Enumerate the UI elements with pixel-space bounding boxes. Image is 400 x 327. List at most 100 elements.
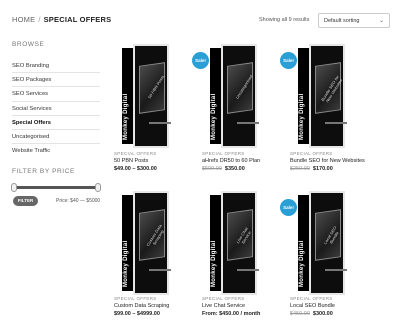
product-box-foot: [149, 122, 171, 124]
product-box-spine: Monkey Digital: [298, 195, 309, 291]
product-box-text: Local SEO Bundle: [322, 225, 340, 246]
brand-label: Monkey Digital: [299, 93, 305, 140]
product-price-old: $450.00: [290, 311, 310, 317]
product-box-foot: [325, 122, 347, 124]
sort-select[interactable]: Default sorting ⌄: [318, 13, 390, 28]
sidebar-item-website-traffic[interactable]: Website Traffic: [12, 144, 100, 158]
product-box-foot: [237, 122, 259, 124]
product-price: $450.00 $300.00: [290, 311, 333, 317]
product-category[interactable]: SPECIAL OFFERS: [202, 296, 245, 301]
product-box-spine: Monkey Digital: [210, 48, 221, 144]
product-price: $250.00 $170.00: [290, 166, 333, 172]
product-box: Monkey Digital Live Chat Service: [210, 191, 259, 295]
product-image[interactable]: Monkey Digital Uncategorized: [202, 42, 266, 150]
product-box-panel: Local SEO Bundle: [315, 209, 341, 261]
product-box-panel: Uncategorized: [227, 62, 253, 114]
breadcrumb-current: SPECIAL OFFERS: [43, 15, 112, 24]
product-price-old: $250.00: [290, 166, 310, 172]
product-box-face: Live Chat Service: [221, 191, 259, 295]
product-box-spine: Monkey Digital: [122, 195, 133, 291]
brand-label: Monkey Digital: [123, 93, 129, 140]
product-box: Monkey Digital Local SEO Bundle: [298, 191, 347, 295]
product-title[interactable]: Local SEO Bundle: [290, 303, 335, 309]
sidebar-item-seo-services[interactable]: SEO Services: [12, 87, 100, 102]
product-box-text: 50 PBN Posts: [146, 74, 166, 100]
sidebar-item-seo-packages[interactable]: SEO Packages: [12, 73, 100, 88]
sale-badge: Sale!: [280, 199, 297, 216]
product-box: Monkey Digital 50 PBN Posts: [122, 44, 171, 148]
sort-select-value: Default sorting: [324, 18, 360, 24]
product-category[interactable]: SPECIAL OFFERS: [114, 296, 157, 301]
product-box-face: Custom Data Scraping: [133, 191, 171, 295]
brand-label: Monkey Digital: [123, 240, 129, 287]
product-box-face: 50 PBN Posts: [133, 44, 171, 148]
price-slider-track[interactable]: [14, 186, 98, 189]
product-box-text: Bundle SEO for New Websites: [319, 74, 344, 104]
sidebar-item-uncategorised[interactable]: Uncategorised: [12, 130, 100, 145]
product-box: Monkey Digital Uncategorized: [210, 44, 259, 148]
product-box-foot: [149, 269, 171, 271]
product-category[interactable]: SPECIAL OFFERS: [290, 151, 333, 156]
brand-label: Monkey Digital: [299, 240, 305, 287]
product-price-current: $300.00: [312, 311, 333, 317]
product-box: Monkey Digital Bundle SEO for New Website…: [298, 44, 347, 148]
product-box-foot: [237, 269, 259, 271]
product-box-text: Live Chat Service: [235, 226, 252, 245]
product-image[interactable]: Monkey Digital Bundle SEO for New Website…: [290, 42, 354, 150]
product-box-panel: Bundle SEO for New Websites: [315, 62, 344, 114]
product-image[interactable]: Monkey Digital Local SEO Bundle: [290, 189, 354, 297]
brand-label: Monkey Digital: [211, 240, 217, 287]
price-slider-max-handle[interactable]: [95, 183, 101, 192]
product-price-current: From: $450.00 / month: [202, 311, 261, 317]
product-price-current: $99.00 – $4999.00: [114, 311, 160, 317]
product-image[interactable]: Monkey Digital 50 PBN Posts: [114, 42, 178, 150]
product-box-spine: Monkey Digital: [210, 195, 221, 291]
product-price: $99.00 – $4999.00: [114, 311, 160, 317]
breadcrumb-separator: /: [38, 15, 41, 24]
product-title[interactable]: Bundle SEO for New Websites: [290, 158, 365, 164]
product-title[interactable]: Custom Data Scraping: [114, 303, 169, 309]
result-count: Showing all 9 results: [259, 17, 310, 23]
product-image[interactable]: Monkey Digital Custom Data Scraping: [114, 189, 178, 297]
breadcrumb-home-link[interactable]: HOME: [12, 15, 35, 24]
sidebar-item-social-services[interactable]: Social Services: [12, 102, 100, 116]
brand-label: Monkey Digital: [211, 93, 217, 140]
product-box-panel: Live Chat Service: [227, 209, 253, 261]
product-box-face: Uncategorized: [221, 44, 259, 148]
breadcrumb: HOME / SPECIAL OFFERS: [12, 15, 111, 24]
price-range-label: Price: $40 — $5000: [56, 198, 101, 204]
browse-heading: BROWSE: [12, 41, 45, 48]
product-category[interactable]: SPECIAL OFFERS: [202, 151, 245, 156]
product-box-face: Bundle SEO for New Websites: [309, 44, 347, 148]
product-box-panel: Custom Data Scraping: [139, 209, 165, 261]
product-category[interactable]: SPECIAL OFFERS: [290, 296, 333, 301]
product-price-old: $500.00: [202, 166, 222, 172]
product-box-spine: Monkey Digital: [298, 48, 309, 144]
product-category[interactable]: SPECIAL OFFERS: [114, 151, 157, 156]
product-price-current: $170.00: [312, 166, 333, 172]
sale-badge: Sale!: [192, 52, 209, 69]
product-box-text: Custom Data Scraping: [145, 223, 165, 247]
sidebar-item-special-offers[interactable]: Special Offers: [12, 116, 100, 130]
product-box-foot: [325, 269, 347, 271]
product-price: From: $450.00 / month: [202, 311, 260, 317]
product-image[interactable]: Monkey Digital Live Chat Service: [202, 189, 266, 297]
product-box-spine: Monkey Digital: [122, 48, 133, 144]
product-title[interactable]: 50 PBN Posts: [114, 158, 148, 164]
chevron-down-icon: ⌄: [378, 18, 384, 24]
product-price: $49.00 – $300.00: [114, 166, 157, 172]
product-title[interactable]: Live Chat Service: [202, 303, 245, 309]
product-title[interactable]: aHrefs DR50 to 60 Plan: [202, 158, 260, 164]
product-box-panel: 50 PBN Posts: [139, 62, 165, 114]
product-price-current: $350.00: [224, 166, 245, 172]
product-price-current: $49.00 – $300.00: [114, 166, 157, 172]
sidebar-item-seo-branding[interactable]: SEO Branding: [12, 59, 100, 74]
product-price: $500.00 $350.00: [202, 166, 245, 172]
price-slider-min-handle[interactable]: [11, 183, 17, 192]
filter-button[interactable]: FILTER: [13, 196, 38, 206]
product-box-face: Local SEO Bundle: [309, 191, 347, 295]
category-list: SEO Branding SEO Packages SEO Services S…: [12, 59, 100, 158]
sale-badge: Sale!: [280, 52, 297, 69]
filter-by-price-heading: FILTER BY PRICE: [12, 168, 75, 175]
product-box: Monkey Digital Custom Data Scraping: [122, 191, 171, 295]
